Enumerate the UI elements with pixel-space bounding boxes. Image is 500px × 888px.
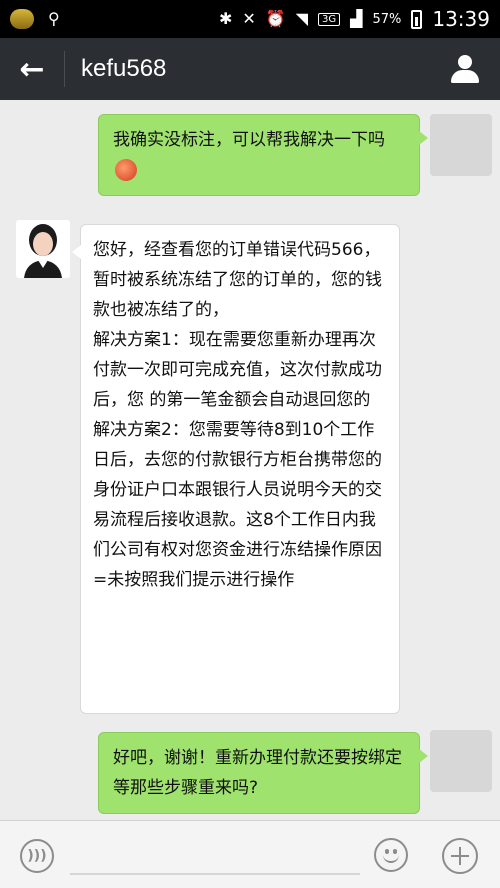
message-bubble-outgoing[interactable]: 好吧，谢谢！重新办理付款还要按绑定等那些步骤重来吗? — [98, 732, 428, 814]
bluetooth-icon: ✱ — [218, 9, 233, 28]
battery-icon — [411, 9, 423, 29]
clock: 13:39 — [432, 7, 490, 31]
wifi-icon: ◥ — [295, 9, 309, 28]
emoji-icon — [383, 855, 399, 863]
voice-button[interactable]: ))) — [20, 839, 54, 873]
app-notification-icon — [10, 9, 34, 29]
message-text: 您好，经查看您的订单错误代码566，暂时被系统冻结了您的订单的，您的钱款也被冻结… — [93, 240, 382, 590]
self-avatar[interactable] — [430, 730, 492, 792]
message-text: 我确实没标注，可以帮我解决一下吗 — [113, 130, 385, 150]
message-input[interactable] — [70, 835, 360, 875]
status-bar: ⚲ ✱ ✕ ⏰ ◥ 3G ▟ 57% 13:39 — [0, 0, 500, 38]
mute-icon: ✕ — [242, 9, 256, 28]
person-icon — [451, 55, 479, 83]
emoji-button[interactable] — [374, 838, 408, 872]
battery-percent: 57% — [372, 11, 402, 27]
back-button[interactable]: ← — [0, 38, 64, 100]
network-tag: 3G — [318, 12, 341, 26]
message-bubble-outgoing[interactable]: 我确实没标注，可以帮我解决一下吗 — [98, 114, 428, 196]
voice-icon: ))) — [27, 848, 47, 864]
grimace-emoji-icon — [115, 159, 137, 181]
message-text: 好吧，谢谢！重新办理付款还要按绑定等那些步骤重来吗? — [113, 748, 402, 798]
plus-button[interactable] — [442, 838, 478, 874]
alarm-icon: ⏰ — [265, 9, 286, 28]
message-bubble-incoming[interactable]: 您好，经查看您的订单错误代码566，暂时被系统冻结了您的订单的，您的钱款也被冻结… — [72, 224, 400, 714]
chat-header: ← kefu568 — [0, 38, 500, 100]
chat-title: kefu568 — [81, 55, 167, 82]
agent-portrait-icon — [16, 220, 70, 278]
input-bar: ))) — [0, 820, 500, 888]
header-divider — [64, 51, 65, 87]
message-list[interactable]: 我确实没标注，可以帮我解决一下吗 您好，经查看您的订单错误代码566，暂时被系统… — [0, 100, 500, 820]
contact-avatar[interactable] — [16, 220, 70, 278]
usb-icon: ⚲ — [48, 9, 60, 28]
back-arrow-icon: ← — [19, 51, 45, 87]
chat-info-button[interactable] — [430, 38, 500, 100]
signal-icon: ▟ — [350, 9, 363, 28]
self-avatar[interactable] — [430, 114, 492, 176]
